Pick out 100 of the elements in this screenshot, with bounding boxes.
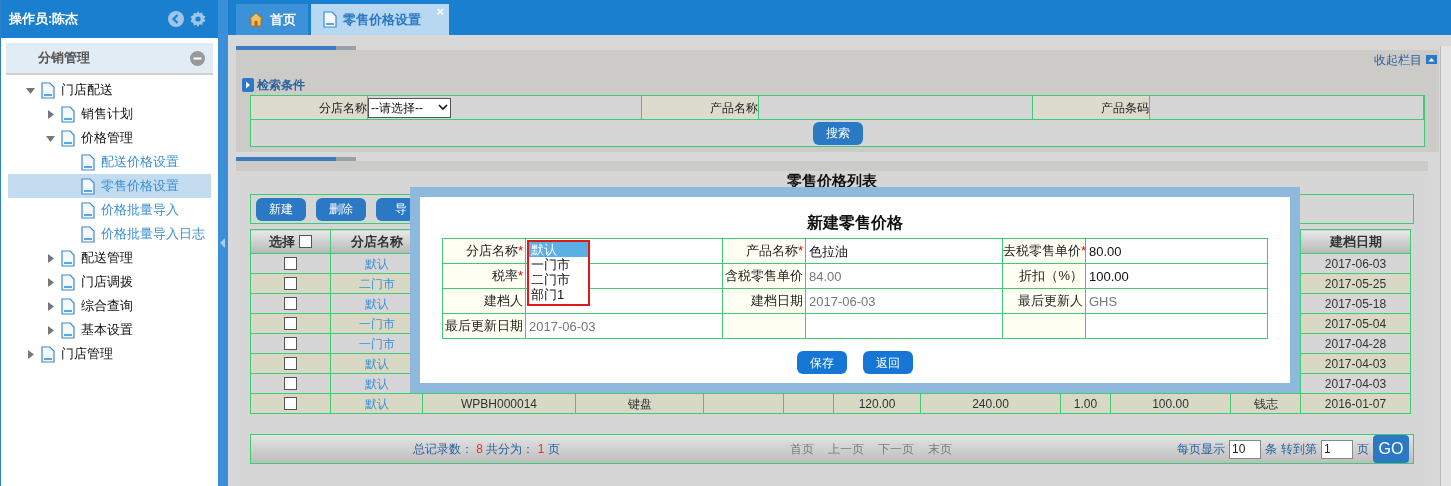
store-select[interactable]: --请选择--	[368, 97, 451, 118]
toolbar-button[interactable]: 删除	[316, 197, 366, 221]
store-link[interactable]: 默认	[364, 356, 389, 371]
form-value[interactable]: GHS	[1089, 294, 1118, 309]
tree-label: 综合查询	[81, 297, 133, 316]
listbox-option[interactable]: 二门市	[529, 272, 588, 287]
checkbox[interactable]	[284, 337, 297, 351]
search-button[interactable]: 搜索	[812, 121, 863, 145]
store-link[interactable]: 默认	[364, 296, 389, 311]
tab[interactable]: 首页	[236, 4, 308, 35]
save-button[interactable]: 保存	[797, 351, 847, 374]
tree-item[interactable]: 配送管理	[8, 246, 211, 270]
dialog-title: 新建零售价格	[807, 213, 903, 233]
expand-arrow-icon[interactable]	[46, 277, 55, 287]
tree-item[interactable]: 销售计划	[8, 102, 211, 126]
store-link[interactable]: 默认	[364, 376, 389, 391]
expand-arrow-icon[interactable]	[46, 253, 55, 263]
form-value[interactable]: 色拉油	[809, 244, 848, 259]
checkbox[interactable]	[284, 297, 297, 311]
scrollbar[interactable]	[1440, 46, 1451, 486]
tree-item[interactable]: 门店调拨	[8, 270, 211, 294]
form-value[interactable]: 2017-06-03	[529, 319, 596, 334]
expand-arrow-icon[interactable]	[46, 109, 55, 119]
field-label: 产品条码	[1033, 96, 1150, 119]
document-icon	[41, 81, 55, 99]
form-label: 含税零售单价	[722, 263, 806, 289]
per-page-field[interactable]: 10	[1229, 439, 1261, 459]
checkbox[interactable]	[284, 317, 297, 331]
section-header[interactable]: 分销管理	[6, 43, 213, 75]
document-icon	[81, 153, 95, 171]
table-cell: 键盘	[627, 396, 652, 411]
tree-label: 配送管理	[81, 249, 133, 268]
store-link[interactable]: 默认	[364, 256, 389, 271]
listbox-option[interactable]: 部门1	[529, 287, 588, 302]
expand-arrow-icon[interactable]	[26, 349, 35, 359]
document-icon	[61, 297, 75, 315]
document-icon	[81, 201, 95, 219]
tree-label: 价格批量导入日志	[101, 225, 205, 244]
column-header: 选择	[269, 232, 295, 251]
go-button[interactable]: GO	[1373, 435, 1409, 463]
form-value[interactable]: 2017-06-03	[809, 294, 876, 309]
record-summary: 总记录数： 8 共分为： 1 页	[413, 441, 560, 458]
goto-field[interactable]: 1	[1321, 439, 1353, 459]
collapse-icon[interactable]	[190, 50, 205, 66]
chevron-down-icon	[438, 104, 448, 111]
table-cell: 2017-05-25	[1324, 276, 1387, 291]
table-cell: 2017-04-03	[1324, 376, 1387, 391]
table-cell: 2017-05-18	[1324, 296, 1387, 311]
tree-label: 配送价格设置	[101, 153, 179, 172]
collapse-link[interactable]: 收起栏目	[1374, 50, 1422, 69]
collapse-up-icon[interactable]	[1426, 55, 1437, 64]
table-cell: 240.00	[972, 396, 1009, 411]
tree-item[interactable]: 配送价格设置	[8, 150, 211, 174]
document-icon	[81, 225, 95, 243]
collapse-arrow-icon[interactable]	[26, 85, 35, 95]
store-listbox[interactable]: 默认 一门市 二门市 部门1	[527, 240, 590, 306]
per-page-label: 每页显示	[1177, 441, 1225, 458]
checkbox[interactable]	[284, 377, 297, 391]
checkbox[interactable]	[284, 257, 297, 271]
field-label: 分店名称	[251, 96, 368, 119]
store-link[interactable]: 默认	[364, 396, 389, 411]
tree-item[interactable]: 基本设置	[8, 318, 211, 342]
table-cell: 120.00	[858, 396, 896, 411]
tree-label: 门店管理	[61, 345, 113, 364]
tree-item[interactable]: 价格批量导入日志	[8, 222, 211, 246]
tree-item[interactable]: 门店管理	[8, 342, 211, 366]
document-icon	[61, 273, 75, 291]
toolbar-button[interactable]: 新建	[256, 197, 306, 221]
search-title: 检索条件	[257, 77, 305, 94]
listbox-option[interactable]: 默认	[529, 242, 588, 257]
tree-item[interactable]: 综合查询	[8, 294, 211, 318]
back-button[interactable]: 返回	[863, 351, 913, 374]
table-cell: 2017-06-03	[1324, 256, 1387, 271]
collapse-arrow-icon[interactable]	[46, 133, 55, 143]
form-value[interactable]: 84.00	[809, 269, 842, 284]
form-value[interactable]: 100.00	[1089, 269, 1129, 284]
expand-arrow-icon[interactable]	[46, 301, 55, 311]
tree-item[interactable]: 零售价格设置	[8, 174, 211, 198]
checkbox[interactable]	[284, 277, 297, 291]
tree-item[interactable]: 价格批量导入	[8, 198, 211, 222]
tree-item[interactable]: 门店配送	[8, 78, 211, 102]
tree-label: 门店配送	[61, 81, 113, 100]
document-icon	[61, 321, 75, 339]
document-icon	[323, 11, 337, 28]
form-label: 折扣（%）	[1002, 263, 1086, 289]
settings-icon[interactable]	[190, 11, 206, 27]
form-value[interactable]: 80.00	[1089, 244, 1122, 259]
checkbox[interactable]	[284, 357, 297, 371]
tree-label: 销售计划	[81, 105, 133, 124]
checkbox[interactable]	[284, 397, 297, 411]
checkbox[interactable]	[299, 235, 312, 248]
goto-label: 转到第	[1281, 441, 1317, 458]
document-icon	[61, 249, 75, 267]
back-icon[interactable]	[168, 11, 184, 27]
table-cell: 2017-05-04	[1324, 316, 1387, 331]
form-label: 最后更新日期	[442, 313, 526, 339]
expand-arrow-icon[interactable]	[46, 325, 55, 335]
tab[interactable]: 零售价格设置 ×	[311, 4, 449, 35]
listbox-option[interactable]: 一门市	[529, 257, 588, 272]
tree-item[interactable]: 价格管理	[8, 126, 211, 150]
